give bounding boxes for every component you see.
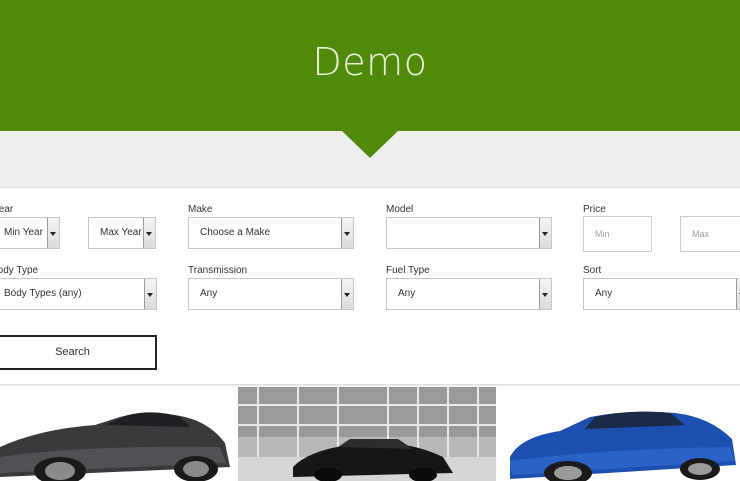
make-label: Make: [188, 204, 213, 215]
dark-gray-coupe-image: [0, 387, 232, 481]
transmission-select[interactable]: Any: [188, 278, 354, 310]
body-type-value: Body Types (any): [4, 288, 82, 299]
price-label: Price: [583, 204, 606, 215]
max-price-input[interactable]: [680, 216, 740, 252]
make-value: Choose a Make: [200, 227, 271, 238]
transmission-label: Transmission: [188, 265, 248, 276]
chevron-down-icon: [341, 279, 353, 309]
fuel-type-label: Fuel Type: [386, 265, 430, 276]
blue-coupe-image: [500, 387, 740, 481]
transmission-value: Any: [200, 288, 218, 299]
chevron-down-icon: [47, 218, 59, 248]
chevron-down-icon: [143, 218, 155, 248]
chevron-down-icon: [539, 218, 551, 248]
fuel-type-value: Any: [398, 288, 416, 299]
year-label: Year: [0, 204, 14, 215]
banner-pointer: [341, 130, 399, 158]
model-label: Model: [386, 204, 414, 215]
make-select[interactable]: Choose a Make: [188, 217, 354, 249]
sort-select[interactable]: Any: [583, 278, 740, 310]
search-button[interactable]: Search: [0, 335, 157, 370]
min-year-select[interactable]: Min Year: [0, 217, 60, 249]
listing-image-dark-gray-coupe[interactable]: [0, 387, 232, 481]
page-title: Demo: [312, 40, 428, 84]
chevron-down-icon: [736, 279, 740, 309]
max-year-select[interactable]: Max Year: [88, 217, 156, 249]
chevron-down-icon: [341, 218, 353, 248]
model-select[interactable]: [386, 217, 552, 249]
fuel-type-select[interactable]: Any: [386, 278, 552, 310]
body-type-label: Body Type: [0, 265, 39, 276]
listing-image-black-sedan[interactable]: [238, 387, 496, 481]
min-price-input[interactable]: [583, 216, 652, 252]
hero-banner: Demo: [0, 0, 740, 131]
chevron-down-icon: [144, 279, 156, 309]
chevron-down-icon: [539, 279, 551, 309]
sort-value: Any: [595, 288, 613, 299]
sort-label: Sort: [583, 265, 602, 276]
body-type-select[interactable]: Body Types (any): [0, 278, 157, 310]
listing-image-blue-coupe[interactable]: [500, 387, 740, 481]
black-sedan-image: [238, 387, 496, 481]
